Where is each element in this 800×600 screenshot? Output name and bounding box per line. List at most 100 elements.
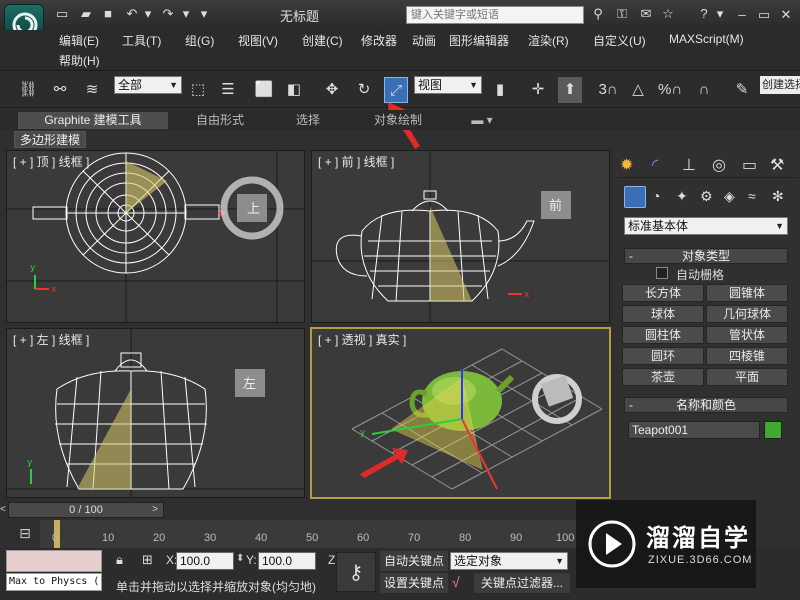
sphere-button[interactable]: 球体 [622,305,704,323]
create-selection-set-field[interactable]: 创建选择 [760,76,800,94]
ribbon-tab-freeform[interactable]: 自由形式 [170,112,270,129]
shapes-icon[interactable]: ◔ [652,188,660,204]
menu-customize[interactable]: 自定义(U) [593,32,646,49]
viewport-top-label[interactable]: [ + ] 顶 ] 线框 ] [13,153,89,170]
utilities-tab-icon[interactable]: ⚒ [770,155,784,175]
plane-button[interactable]: 平面 [706,368,788,386]
auto-key-button[interactable]: 自动关键点 [380,551,448,571]
track-bar[interactable]: 0 10 20 30 40 50 60 70 80 90 100 [40,520,610,548]
select-and-link-icon[interactable]: ⛓ [16,77,40,103]
space-warps-icon[interactable]: ≈ [748,188,756,204]
mini-curve-editor-icon[interactable]: ⊟ [14,522,36,544]
angle-snap-icon[interactable]: △ [626,77,650,103]
cone-button[interactable]: 圆锥体 [706,284,788,302]
viewcube-left-label[interactable]: 左 [243,377,256,392]
communication-center-icon[interactable]: ✉ [638,6,654,22]
x-coordinate-field[interactable]: 100.0 [176,552,234,570]
select-object-icon[interactable]: ⬚ [186,77,210,103]
menu-help[interactable]: 帮助(H) [59,52,100,69]
motion-tab-icon[interactable]: ◎ [712,155,726,175]
viewport-left[interactable]: 左 y [ + ] 左 ] 线框 ] [6,328,305,498]
menu-edit[interactable]: 编辑(E) [59,32,99,49]
viewcube-front-label[interactable]: 前 [549,198,562,214]
absolute-mode-icon[interactable]: ⊞ [142,552,153,568]
redo-icon[interactable]: ↷ [160,6,176,22]
y-coordinate-field[interactable]: 100.0 [258,552,316,570]
open-file-icon[interactable]: ▰ [78,6,94,22]
box-button[interactable]: 长方体 [622,284,704,302]
menu-maxscript[interactable]: MAXScript(M) [669,32,744,46]
use-pivot-center-icon[interactable]: ▮ [488,77,512,103]
cameras-icon[interactable]: ⚙ [700,188,713,205]
object-color-swatch[interactable] [764,421,782,439]
ribbon-tab-object-paint[interactable]: 对象绘制 [348,112,448,129]
redo-dropdown-icon[interactable]: ▾ [178,6,194,22]
keyboard-shortcut-override-icon[interactable]: ⬆ [558,77,582,103]
set-key-button[interactable]: 设置关键点 [380,573,448,593]
x-spinner-icon[interactable]: ⬍ [236,553,244,564]
menu-graph-editors[interactable]: 图形编辑器 [449,32,509,49]
percent-snap-icon[interactable]: %∩ [658,77,682,103]
menu-rendering[interactable]: 渲染(R) [528,32,569,49]
select-and-manipulate-icon[interactable]: ✛ [526,77,550,103]
viewport-front-label[interactable]: [ + ] 前 ] 线框 ] [318,153,394,170]
viewcube-top-label[interactable]: 上 [247,202,260,217]
search-input[interactable]: 键入关键字或短语 [406,6,584,24]
selection-lock-icon[interactable]: 🔒︎ [116,552,123,568]
display-tab-icon[interactable]: ▭ [742,155,757,175]
minimize-button[interactable]: – [732,6,752,24]
torus-button[interactable]: 圆环 [622,347,704,365]
menu-animation[interactable]: 动画 [412,32,436,49]
select-by-name-icon[interactable]: ☰ [216,77,240,103]
menu-group[interactable]: 组(G) [185,32,214,49]
favorites-star-icon[interactable]: ☆ [660,6,676,22]
name-color-rollout-header[interactable]: - 名称和颜色 [624,397,788,413]
object-name-field[interactable]: Teapot001 [628,421,760,439]
menu-create[interactable]: 创建(C) [302,32,343,49]
snaps-toggle-icon[interactable]: 3∩ [596,77,620,103]
help-dropdown-icon[interactable]: ▾ [712,6,728,22]
viewport-perspective-label[interactable]: [ + ] 透视 ] 真实 ] [318,331,406,348]
teapot-button[interactable]: 茶壶 [622,368,704,386]
unlink-selection-icon[interactable]: ⚯ [48,77,72,103]
menu-modifiers[interactable]: 修改器 [361,32,397,49]
key-icon[interactable]: ⚿ [614,6,630,22]
script-listener-field[interactable]: Max to Physcs ( [6,573,102,591]
help-icon[interactable]: ? [696,6,712,22]
selection-filter-dropdown[interactable]: 全部 [114,76,182,94]
undo-dropdown-icon[interactable]: ▾ [140,6,156,22]
undo-icon[interactable]: ↶ [124,6,140,22]
create-tab-icon[interactable]: ✹ [620,155,633,175]
ribbon-tab-graphite[interactable]: Graphite 建模工具 [18,112,168,129]
viewport-top[interactable]: 上 y x [ + ] 顶 ] 线框 ] [6,150,305,323]
geometry-icon[interactable] [624,186,646,208]
lights-icon[interactable]: ✦ [676,188,688,205]
time-slider-next-icon[interactable]: > [148,502,162,518]
systems-icon[interactable]: ✻ [772,188,784,205]
save-icon[interactable]: ■ [100,6,116,22]
select-and-rotate-icon[interactable]: ↻ [352,77,376,103]
tube-button[interactable]: 管状体 [706,326,788,344]
ribbon-options-icon[interactable]: ▬ ▾ [462,112,502,129]
menu-views[interactable]: 视图(V) [238,32,278,49]
geosphere-button[interactable]: 几何球体 [706,305,788,323]
macro-recorder-area[interactable] [6,550,102,572]
ribbon-subtab-polygon-modeling[interactable]: 多边形建模 [14,131,86,148]
close-button[interactable]: ✕ [776,6,796,24]
edit-named-selection-icon[interactable]: ✎ [730,77,754,103]
autogrid-checkbox[interactable] [656,267,668,279]
rectangular-selection-icon[interactable]: ⬜ [252,77,276,103]
bind-to-space-warp-icon[interactable]: ≋ [80,77,104,103]
primitive-category-dropdown[interactable]: 标准基本体 [624,217,788,235]
cylinder-button[interactable]: 圆柱体 [622,326,704,344]
key-filters-button[interactable]: 关键点过滤器... [474,573,570,593]
modify-tab-icon[interactable]: ◜ [652,155,658,175]
new-file-icon[interactable]: ▭ [54,6,70,22]
time-slider-prev-icon[interactable]: < [0,502,8,518]
window-crossing-icon[interactable]: ◧ [282,77,306,103]
spinner-snap-icon[interactable]: ∩ [692,77,716,103]
viewport-left-label[interactable]: [ + ] 左 ] 线框 ] [13,331,89,348]
customize-quick-access-icon[interactable]: ▾ [196,6,212,22]
hierarchy-tab-icon[interactable]: ⊥ [682,155,696,175]
reference-coordinate-dropdown[interactable]: 视图 [414,76,482,94]
